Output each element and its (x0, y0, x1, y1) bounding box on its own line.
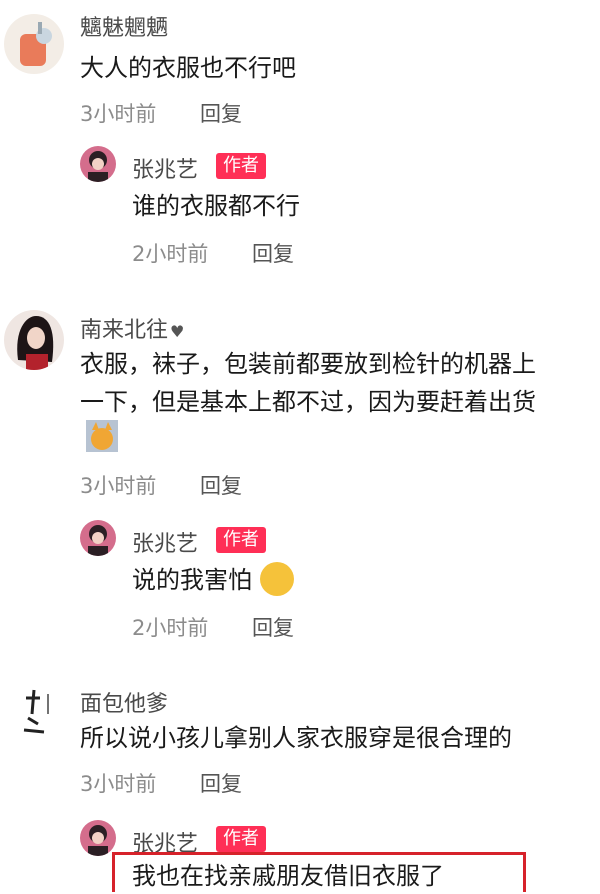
comment-username[interactable]: 面包他爹 (80, 686, 168, 718)
reply-button[interactable]: 回复 (252, 612, 294, 642)
comment-time: 3小时前 (80, 102, 157, 126)
author-badge: 作者 (216, 527, 266, 553)
reply-button[interactable]: 回复 (200, 768, 242, 798)
comment-text-line2: 一下，但是基本上都不过，因为要赶着出货 (80, 388, 536, 416)
comment-time: 3小时前 (80, 474, 157, 498)
cat-sticker-icon (86, 420, 118, 452)
highlight-box (112, 852, 526, 892)
calligraphy-avatar-image (23, 689, 49, 734)
scared-face-icon (259, 562, 294, 596)
reply-button[interactable]: 回复 (200, 470, 242, 500)
comment-username[interactable]: 南来北往 ♥ (80, 312, 184, 344)
author-badge: 作者 (216, 826, 266, 852)
avatar-image (88, 151, 108, 182)
reply-time: 2小时前 (132, 616, 209, 640)
comment-text: 所以说小孩儿拿别人家衣服穿是很合理的 (80, 724, 512, 752)
reply-username[interactable]: 张兆艺 (132, 152, 198, 184)
author-avatar[interactable] (80, 820, 116, 856)
comment-username[interactable]: 魑魅魍魉 (80, 10, 168, 42)
reply-button[interactable]: 回复 (200, 98, 242, 128)
reply-button[interactable]: 回复 (252, 238, 294, 268)
avatar-image (20, 22, 52, 66)
reply-text: 谁的衣服都不行 (132, 192, 300, 220)
avatar-image (17, 316, 54, 370)
author-badge: 作者 (216, 153, 266, 179)
username-text: 南来北往 (80, 318, 169, 343)
reply-text-content: 说的我害怕 (132, 566, 252, 594)
avatar[interactable] (4, 684, 64, 744)
comment-text-line1: 衣服，袜子，包装前都要放到检针的机器上 (80, 350, 536, 378)
reply-username[interactable]: 张兆艺 (132, 526, 198, 558)
author-avatar[interactable] (80, 520, 116, 556)
avatar-image (88, 825, 108, 856)
avatar[interactable] (4, 14, 64, 74)
author-avatar[interactable] (80, 146, 116, 182)
comment-text: 大人的衣服也不行吧 (80, 54, 296, 82)
avatar[interactable] (4, 310, 64, 370)
comment-time: 3小时前 (80, 772, 157, 796)
reply-time: 2小时前 (132, 242, 209, 266)
heart-icon: ♥ (170, 322, 185, 341)
reply-text: 说的我害怕 (132, 562, 294, 598)
avatar-image (88, 525, 108, 556)
